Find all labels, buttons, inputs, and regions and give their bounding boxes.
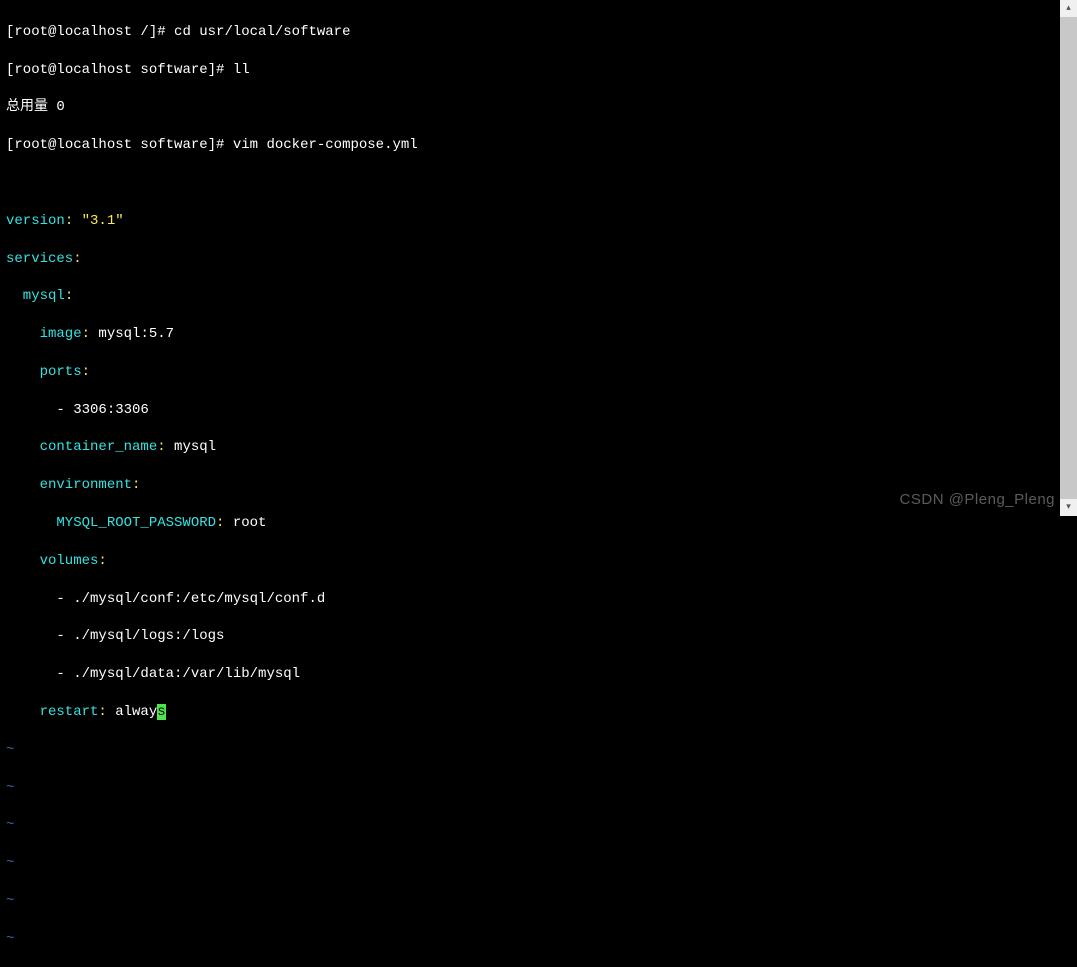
vim-tilde: ~ — [6, 892, 1054, 911]
yaml-container-name: container_name: mysql — [6, 438, 1054, 457]
scrollbar-track[interactable]: ▴ ▾ — [1060, 0, 1077, 516]
vim-tilde: ~ — [6, 854, 1054, 873]
vim-tilde: ~ — [6, 779, 1054, 798]
scrollbar-up-icon[interactable]: ▴ — [1060, 0, 1077, 17]
yaml-vol-2: - ./mysql/logs:/logs — [6, 627, 1054, 646]
yaml-image: image: mysql:5.7 — [6, 325, 1054, 344]
shell-line-vim: [root@localhost software]# vim docker-co… — [6, 136, 1054, 155]
yaml-version: version: "3.1" — [6, 212, 1054, 231]
yaml-restart: restart: always — [6, 703, 1054, 722]
scrollbar-thumb[interactable] — [1060, 17, 1077, 499]
yaml-volumes: volumes: — [6, 552, 1054, 571]
yaml-services: services: — [6, 250, 1054, 269]
vim-cursor: s — [157, 704, 165, 720]
shell-line-cd: [root@localhost /]# cd usr/local/softwar… — [6, 23, 1054, 42]
vim-tilde: ~ — [6, 741, 1054, 760]
yaml-mysql: mysql: — [6, 287, 1054, 306]
shell-output-total: 总用量 0 — [6, 98, 1054, 117]
yaml-ports: ports: — [6, 363, 1054, 382]
terminal-window[interactable]: [root@localhost /]# cd usr/local/softwar… — [0, 0, 1060, 516]
scrollbar-down-icon[interactable]: ▾ — [1060, 499, 1077, 516]
yaml-vol-3: - ./mysql/data:/var/lib/mysql — [6, 665, 1054, 684]
yaml-env-password: MYSQL_ROOT_PASSWORD: root — [6, 514, 1054, 533]
vim-tilde: ~ — [6, 816, 1054, 835]
yaml-ports-item: - 3306:3306 — [6, 401, 1054, 420]
shell-line-ll: [root@localhost software]# ll — [6, 61, 1054, 80]
watermark-text: CSDN @Pleng_Pleng — [900, 490, 1055, 510]
yaml-vol-1: - ./mysql/conf:/etc/mysql/conf.d — [6, 590, 1054, 609]
blank-line — [6, 174, 1054, 193]
yaml-environment: environment: — [6, 476, 1054, 495]
vim-tilde: ~ — [6, 930, 1054, 949]
